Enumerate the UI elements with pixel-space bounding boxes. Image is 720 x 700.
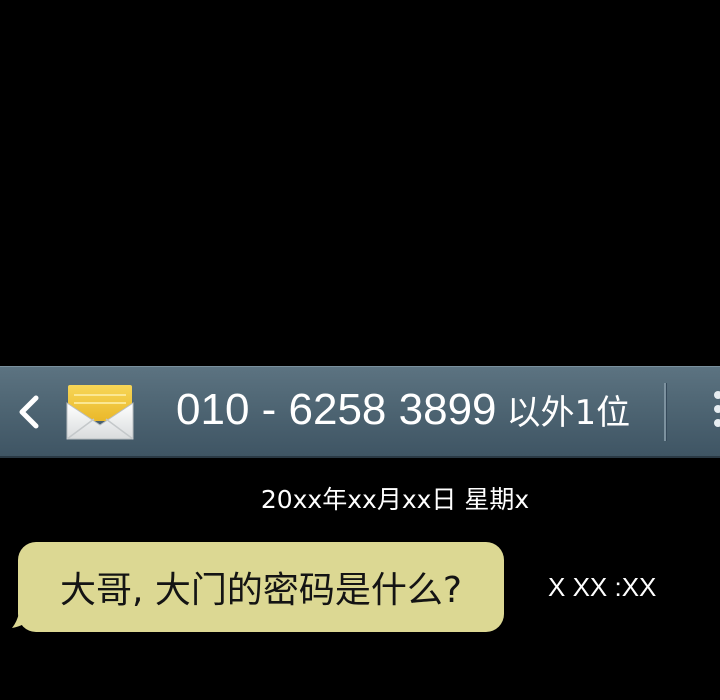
menu-dot (714, 419, 720, 427)
message-time: X XX :XX (548, 572, 657, 602)
date-separator: 20xx年xx月xx日 星期x (260, 485, 530, 514)
chevron-left-icon (16, 394, 42, 430)
recipient-count: 以外1位 (506, 393, 631, 433)
conversation-header: 010 - 6258 3899 以外1位 (0, 366, 720, 458)
more-options-button[interactable] (708, 391, 720, 439)
screen-background (0, 0, 720, 366)
message-bubble[interactable]: 大哥, 大门的密码是什么? (18, 542, 504, 632)
conversation-title: 010 - 6258 3899 以外1位 (176, 385, 630, 441)
message-text: 大哥, 大门的密码是什么? (60, 570, 462, 611)
back-button[interactable] (12, 389, 46, 435)
contact-number: 010 - 6258 3899 (176, 385, 497, 434)
more-vertical-icon (714, 391, 720, 399)
header-divider (664, 383, 666, 441)
menu-dot (714, 405, 720, 413)
envelope-icon (64, 381, 136, 443)
